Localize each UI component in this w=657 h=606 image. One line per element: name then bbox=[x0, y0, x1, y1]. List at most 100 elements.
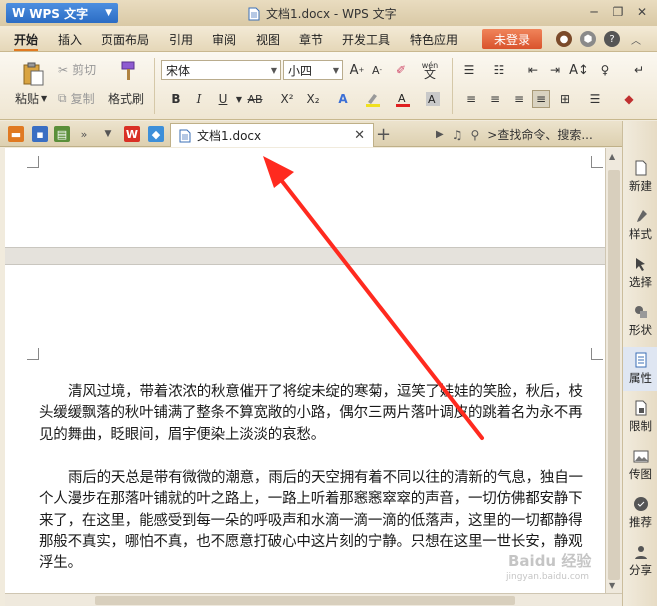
side-share-button[interactable]: 分享 bbox=[623, 539, 657, 583]
shapes-icon bbox=[634, 306, 647, 318]
justify-icon[interactable]: ≡ bbox=[532, 90, 550, 108]
menu-references[interactable]: 引用 bbox=[169, 31, 193, 48]
tab-document[interactable]: 文档1.docx ✕ bbox=[170, 123, 374, 147]
help-icon[interactable]: ? bbox=[604, 31, 620, 47]
close-button[interactable]: ✕ bbox=[631, 3, 653, 21]
char-shading-icon[interactable]: A bbox=[424, 90, 442, 108]
tab-label: 文档1.docx bbox=[197, 129, 262, 143]
strikethrough-button[interactable]: AB bbox=[244, 90, 266, 108]
menu-review[interactable]: 审阅 bbox=[212, 31, 236, 48]
menu-page-layout[interactable]: 页面布局 bbox=[101, 31, 149, 48]
format-painter-button[interactable]: 格式刷 bbox=[108, 90, 144, 107]
menu-view[interactable]: 视图 bbox=[256, 31, 280, 48]
font-size-select[interactable]: 小四 ▼ bbox=[283, 60, 343, 80]
numbered-list-icon[interactable]: ☷ bbox=[490, 61, 508, 79]
highlight-icon[interactable] bbox=[364, 90, 382, 108]
clear-format-icon[interactable]: ✐ bbox=[392, 61, 410, 79]
page-separator bbox=[5, 247, 605, 265]
side-recommend-button[interactable]: 推荐 bbox=[623, 491, 657, 535]
show-marks-icon[interactable]: ↵ bbox=[630, 61, 648, 79]
vertical-scroll-thumb[interactable] bbox=[608, 170, 620, 580]
menu-developer[interactable]: 开发工具 bbox=[342, 31, 390, 48]
paragraph-1[interactable]: 清风过境，带着浓浓的秋意催开了将绽未绽的寒菊，逗笑了娃娃的笑脸，秋后，枝头缓缓飘… bbox=[39, 382, 595, 446]
share-icon bbox=[634, 546, 647, 559]
menu-section[interactable]: 章节 bbox=[299, 31, 323, 48]
document-canvas[interactable]: 清风过境，带着浓浓的秋意催开了将绽未绽的寒菊，逗笑了娃娃的笑脸，秋后，枝头缓缓飘… bbox=[5, 148, 605, 593]
search-icon: ⚲ bbox=[470, 127, 480, 142]
watermark-logo: Baidu 经验 bbox=[508, 552, 592, 570]
search-input[interactable]: >查找命令、搜索... bbox=[487, 126, 593, 143]
login-button[interactable]: 未登录 bbox=[482, 29, 542, 49]
properties-icon bbox=[635, 352, 646, 368]
phonetic-guide-button[interactable]: wén 文 bbox=[418, 57, 442, 83]
maximize-button[interactable]: ❐ bbox=[607, 3, 629, 21]
decrease-font-icon[interactable]: A- bbox=[368, 61, 386, 79]
align-left-icon[interactable]: ≡ bbox=[462, 90, 480, 108]
scroll-down-icon[interactable]: ▼ bbox=[609, 581, 615, 590]
side-upload-image-button[interactable]: 传图 bbox=[623, 443, 657, 487]
font-color-icon[interactable]: A bbox=[394, 90, 412, 108]
text-direction-icon[interactable]: A↕ bbox=[569, 61, 589, 79]
italic-button[interactable]: I bbox=[190, 90, 208, 108]
menu-insert[interactable]: 插入 bbox=[58, 31, 82, 48]
print-icon[interactable]: ▤ bbox=[54, 126, 70, 142]
copy-button[interactable]: ⧉ 复制 bbox=[58, 90, 95, 107]
text-effect-icon[interactable]: A bbox=[334, 90, 352, 108]
side-shape-button[interactable]: 形状 bbox=[623, 299, 657, 343]
align-center-icon[interactable]: ≡ bbox=[486, 90, 504, 108]
side-properties-button[interactable]: 属性 bbox=[623, 347, 657, 391]
minimize-button[interactable]: ─ bbox=[583, 3, 605, 21]
settings-icon[interactable]: ⬢ bbox=[580, 31, 596, 47]
paste-button[interactable]: 粘贴 ▼ bbox=[15, 90, 47, 107]
menu-home[interactable]: 开始 bbox=[14, 31, 39, 51]
vertical-scrollbar[interactable]: ▲ ▼ bbox=[605, 148, 622, 593]
skin-icon[interactable]: ● bbox=[556, 31, 572, 47]
bell-icon[interactable]: ♫ bbox=[452, 128, 463, 142]
new-tab-button[interactable]: + bbox=[376, 124, 391, 145]
save-icon[interactable]: ▪ bbox=[32, 126, 48, 142]
distributed-icon[interactable]: ⊞ bbox=[556, 90, 574, 108]
task-pane: 新建 样式 选择 形状 属性 限制 传图 推荐 分享 bbox=[622, 121, 657, 606]
bullet-list-icon[interactable]: ☰ bbox=[460, 61, 478, 79]
menu-bar: 开始 插入 页面布局 引用 审阅 视图 章节 开发工具 特色应用 未登录 ● ⬢… bbox=[0, 26, 657, 52]
collapse-ribbon-icon[interactable]: ︿ bbox=[628, 31, 644, 47]
title-bar: W WPS 文字 ▼ 文档1.docx - WPS 文字 ─ ❐ ✕ bbox=[0, 0, 657, 26]
close-tab-icon[interactable]: ✕ bbox=[354, 128, 365, 143]
format-painter-icon[interactable] bbox=[116, 59, 140, 83]
paste-icon[interactable] bbox=[19, 60, 47, 88]
scissors-icon: ✂ bbox=[58, 62, 69, 77]
cursor-icon bbox=[635, 258, 645, 271]
open-file-icon[interactable]: ▬ bbox=[8, 126, 24, 142]
wps-app-menu-button[interactable]: W WPS 文字 ▼ bbox=[6, 3, 118, 23]
new-doc-icon bbox=[635, 160, 646, 176]
cut-button[interactable]: ✂ 剪切 bbox=[58, 61, 96, 78]
shading-fill-icon[interactable]: ◆ bbox=[620, 90, 638, 108]
scroll-up-icon[interactable]: ▲ bbox=[609, 152, 615, 161]
more-arrows-icon[interactable]: » bbox=[76, 126, 92, 142]
bold-button[interactable]: B bbox=[167, 90, 185, 108]
subscript-button[interactable]: X₂ bbox=[302, 90, 324, 108]
superscript-button[interactable]: X² bbox=[276, 90, 298, 108]
menu-special-apps[interactable]: 特色应用 bbox=[410, 31, 458, 48]
page-corner-mark bbox=[27, 156, 39, 168]
sort-icon[interactable]: ♀ bbox=[596, 61, 614, 79]
document-icon bbox=[248, 7, 260, 20]
command-search[interactable]: ▶ ♫ ⚲ >查找命令、搜索... bbox=[436, 126, 593, 143]
cloud-box-icon[interactable]: ◆ bbox=[148, 126, 164, 142]
font-name-select[interactable]: 宋体 ▼ bbox=[161, 60, 281, 80]
increase-indent-icon[interactable]: ⇥ bbox=[546, 61, 564, 79]
decrease-indent-icon[interactable]: ⇤ bbox=[524, 61, 542, 79]
side-restrict-button[interactable]: 限制 bbox=[623, 395, 657, 439]
page-corner-mark bbox=[591, 156, 603, 168]
chevron-down-icon[interactable]: ▼ bbox=[100, 126, 116, 142]
align-right-icon[interactable]: ≡ bbox=[510, 90, 528, 108]
horizontal-scroll-thumb[interactable] bbox=[95, 596, 515, 605]
side-style-button[interactable]: 样式 bbox=[623, 203, 657, 247]
side-select-button[interactable]: 选择 bbox=[623, 251, 657, 295]
side-new-button[interactable]: 新建 bbox=[623, 155, 657, 199]
line-spacing-icon[interactable]: ☰ bbox=[586, 90, 604, 108]
wps-home-icon[interactable]: W bbox=[124, 126, 140, 142]
increase-font-icon[interactable]: A + bbox=[348, 61, 366, 79]
horizontal-scrollbar[interactable] bbox=[5, 593, 622, 606]
play-icon[interactable]: ▶ bbox=[436, 129, 444, 140]
